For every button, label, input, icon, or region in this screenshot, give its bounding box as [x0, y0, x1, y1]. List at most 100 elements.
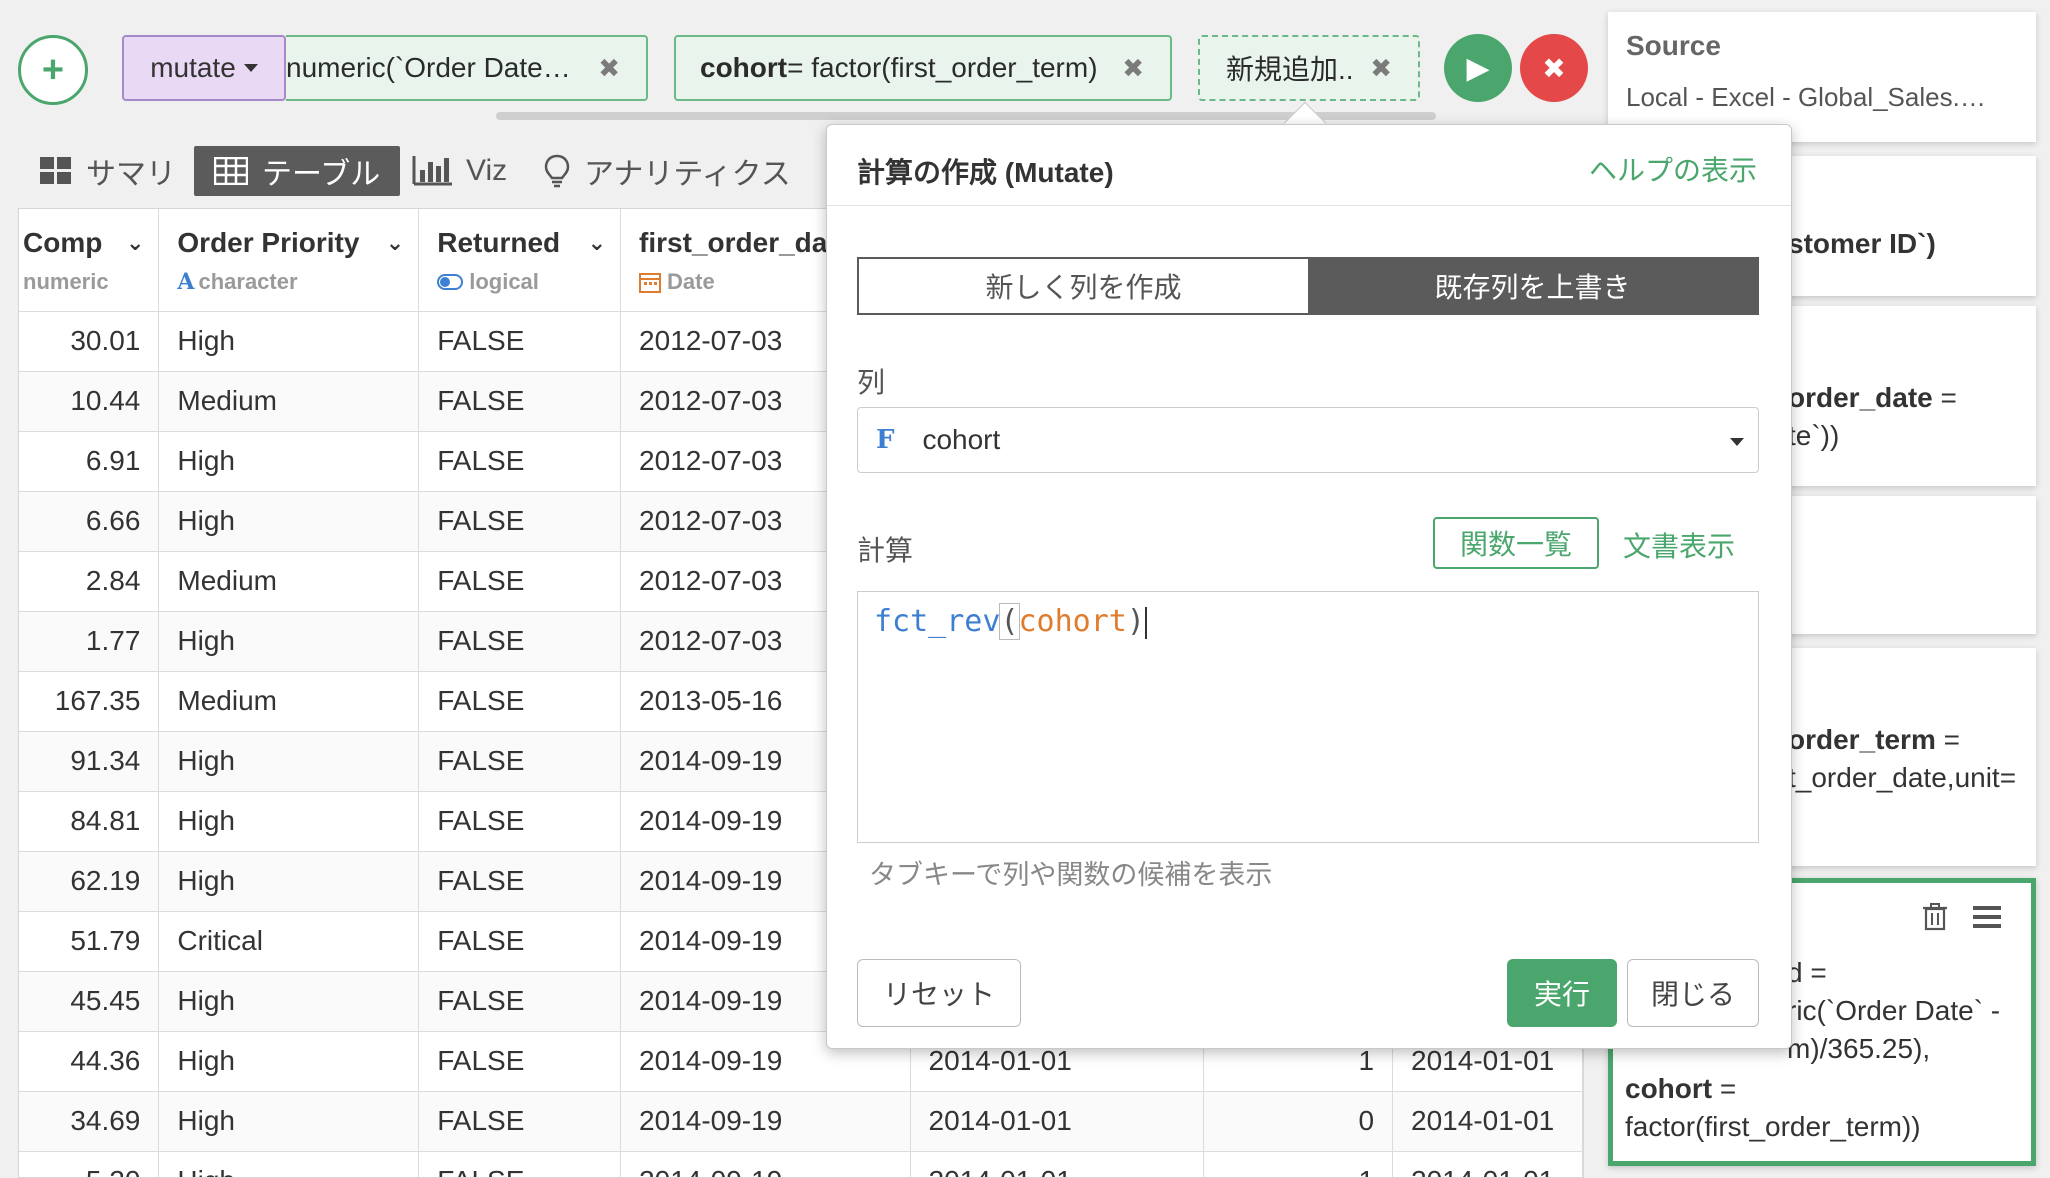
- table-cell: Medium: [158, 371, 420, 432]
- table-cell: FALSE: [418, 791, 622, 852]
- plus-icon: +: [41, 48, 65, 91]
- tab-label: アナリティクス: [584, 158, 791, 191]
- reset-button[interactable]: リセット: [857, 959, 1021, 1027]
- column-name: Order Priority: [177, 227, 360, 258]
- table-cell: FALSE: [418, 1031, 622, 1092]
- column-header-order-priority[interactable]: Order Priority ⌄ Acharacter: [158, 209, 420, 312]
- tab-label: Viz: [466, 154, 508, 187]
- step-line: factor(first_order_term)): [1625, 1111, 1921, 1142]
- column-type: numeric: [23, 269, 109, 294]
- table-cell: Medium: [158, 671, 420, 732]
- step-title: Source: [1626, 30, 1721, 61]
- step-description: t_order_date,unit=: [1788, 762, 2017, 793]
- chevron-down-icon[interactable]: ⌄: [386, 230, 404, 256]
- show-docs-link[interactable]: 文書表示: [1623, 525, 1735, 565]
- chevron-down-icon: [243, 64, 258, 72]
- close-icon[interactable]: ✖: [598, 53, 646, 84]
- mode-toggle: 新しく列を作成 既存列を上書き: [857, 257, 1759, 315]
- table-cell: High: [158, 731, 420, 792]
- table-icon: [214, 157, 248, 185]
- table-cell: High: [158, 1091, 420, 1152]
- table-cell: High: [158, 431, 420, 492]
- step-source-card[interactable]: Source Local - Excel - Global_Sales.…: [1608, 12, 2036, 142]
- step-key: order_date: [1788, 382, 1933, 413]
- table-cell: High: [158, 491, 420, 552]
- step-description: te`)): [1788, 420, 1840, 451]
- execute-button[interactable]: 実行: [1507, 959, 1617, 1027]
- table-cell: 30.01: [19, 311, 160, 372]
- table-cell: 6.66: [19, 491, 160, 552]
- dialog-title: 計算の作成 (Mutate): [857, 157, 1114, 188]
- step-line: ric(`Order Date` -: [1787, 995, 2001, 1026]
- column-name: Returned: [437, 227, 561, 258]
- mutate-arg-chip-1[interactable]: numeric(`Order Date… ✖: [286, 35, 648, 101]
- editor-hint: タブキーで列や関数の候補を表示: [869, 860, 1273, 890]
- mutate-arg-chip-cohort[interactable]: cohort = factor(first_order_term) ✖: [674, 35, 1172, 101]
- step-description: stomer ID`): [1788, 228, 1936, 259]
- table-cell: FALSE: [418, 431, 622, 492]
- table-cell: 10.44: [19, 371, 160, 432]
- mode-new-column-button[interactable]: 新しく列を作成: [859, 259, 1308, 313]
- table-cell: 2014-01-01: [910, 1091, 1204, 1152]
- table-cell: 1.77: [19, 611, 160, 672]
- table-cell: 2014-09-19: [620, 1151, 911, 1177]
- table-cell: 2014-01-01: [910, 1151, 1204, 1177]
- tab-summary[interactable]: サマリ: [40, 146, 176, 196]
- table-cell: Critical: [158, 911, 420, 972]
- lightbulb-icon: [544, 154, 570, 188]
- character-type-icon: A: [177, 269, 195, 295]
- table-cell: FALSE: [418, 971, 622, 1032]
- table-cell: High: [158, 1151, 420, 1177]
- calculation-editor[interactable]: fct_rev(cohort): [857, 591, 1759, 843]
- table-cell: High: [158, 971, 420, 1032]
- table-cell: Medium: [158, 551, 420, 612]
- table-cell: High: [158, 1031, 420, 1092]
- function-list-button[interactable]: 関数一覧: [1433, 517, 1599, 569]
- column-label: 列: [857, 367, 886, 398]
- mutate-command-dropdown[interactable]: mutate: [122, 35, 286, 101]
- tab-table[interactable]: テーブル: [194, 146, 401, 196]
- step-eq: =: [1935, 724, 1960, 755]
- tab-label: サマリ: [86, 158, 176, 191]
- close-icon[interactable]: ✖: [1370, 53, 1418, 84]
- trash-icon[interactable]: [1923, 903, 1947, 931]
- text-cursor: [1144, 606, 1147, 639]
- table-cell: High: [158, 851, 420, 912]
- column-select[interactable]: F cohort: [857, 407, 1759, 473]
- column-header-comp[interactable]: Comp ⌄ numeric: [19, 209, 160, 312]
- calendar-icon: [639, 273, 662, 293]
- factor-type-icon: F: [876, 425, 895, 455]
- table-cell: 167.35: [19, 671, 160, 732]
- help-link[interactable]: ヘルプの表示: [1589, 149, 1757, 189]
- add-step-button[interactable]: +: [18, 35, 88, 105]
- close-icon[interactable]: ✖: [1122, 53, 1170, 84]
- tab-analytics[interactable]: アナリティクス: [544, 146, 791, 196]
- table-cell: 91.34: [19, 731, 160, 792]
- step-eq: =: [1932, 382, 1957, 413]
- step-key: cohort: [1625, 1073, 1713, 1104]
- mutate-command-label: mutate: [150, 52, 236, 83]
- close-button[interactable]: 閉じる: [1627, 959, 1759, 1027]
- chevron-down-icon[interactable]: ⌄: [126, 230, 144, 256]
- table-cell: FALSE: [418, 371, 622, 432]
- column-name: first_order_da: [639, 227, 828, 258]
- table-cell: FALSE: [418, 491, 622, 552]
- mode-overwrite-column-button[interactable]: 既存列を上書き: [1308, 259, 1757, 313]
- tab-viz[interactable]: Viz: [412, 146, 507, 196]
- table-cell: 2014-01-01: [1392, 1151, 1583, 1177]
- run-button[interactable]: ▶: [1444, 34, 1512, 102]
- cancel-button[interactable]: ✖: [1520, 34, 1588, 102]
- column-type: logical: [469, 269, 539, 294]
- step-line: d =: [1787, 957, 1827, 988]
- table-cell: 6.91: [19, 431, 160, 492]
- table-cell: 62.19: [19, 851, 160, 912]
- chevron-down-icon[interactable]: ⌄: [588, 230, 606, 256]
- table-cell: FALSE: [418, 311, 622, 372]
- toggle-icon: [437, 274, 464, 290]
- mutate-dialog: 計算の作成 (Mutate) ヘルプの表示 新しく列を作成 既存列を上書き 列 …: [826, 124, 1792, 1049]
- table-cell: 34.69: [19, 1091, 160, 1152]
- menu-icon[interactable]: [1973, 905, 2001, 929]
- mutate-arg-chip-new[interactable]: 新規追加.. ✖: [1198, 35, 1420, 101]
- column-header-returned[interactable]: Returned ⌄ logical: [418, 209, 622, 312]
- table-cell: FALSE: [418, 911, 622, 972]
